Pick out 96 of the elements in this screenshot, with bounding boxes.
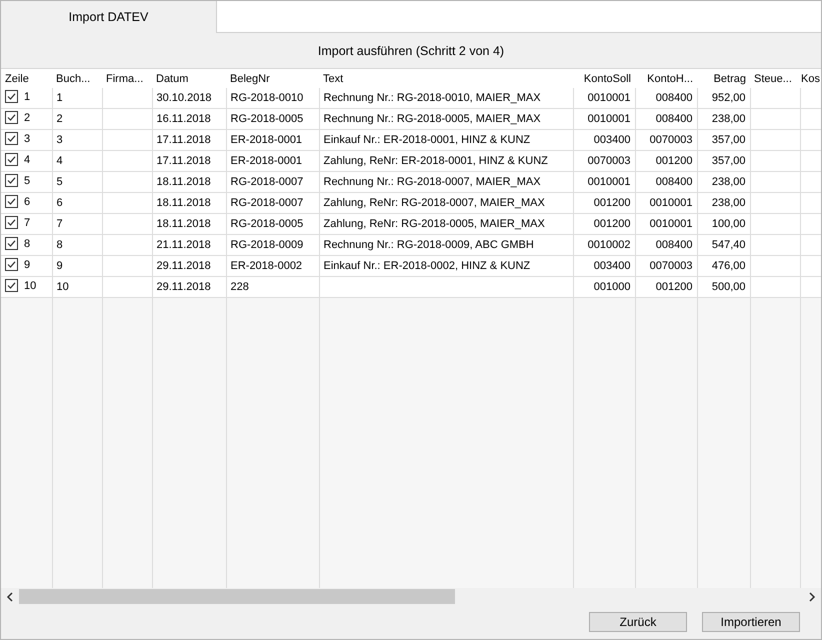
- table-cell: 238,00: [712, 197, 746, 209]
- table-cell: Einkauf Nr.: ER-2018-0001, HINZ & KUNZ: [324, 134, 530, 146]
- table-cell: 16.11.2018: [156, 113, 211, 125]
- table-cell: Rechnung Nr.: RG-2018-0009, ABC GMBH: [324, 239, 534, 251]
- table-cell: 001200: [656, 155, 692, 167]
- scroll-right-icon[interactable]: [808, 592, 816, 602]
- table-cell: 357,00: [712, 134, 746, 146]
- table-cell: 5: [56, 176, 63, 188]
- table-cell: 18.11.2018: [156, 197, 211, 209]
- back-button[interactable]: Zurück: [589, 612, 687, 632]
- table-cell: ER-2018-0001: [230, 155, 302, 167]
- table-cell: 7: [56, 218, 63, 230]
- checkbox[interactable]: [5, 174, 18, 187]
- table-cell: ER-2018-0001: [230, 134, 302, 146]
- table-cell: 003400: [594, 134, 630, 146]
- table-cell: Rechnung Nr.: RG-2018-0010, MAIER_MAX: [324, 92, 541, 104]
- table-cell: 3: [56, 134, 63, 146]
- table-cell: 952,00: [712, 92, 746, 104]
- table-cell: 9: [56, 260, 63, 272]
- table-cell: 001200: [656, 281, 692, 293]
- table-cell: 17.11.2018: [156, 134, 211, 146]
- table-cell: 10: [56, 281, 69, 293]
- column-header[interactable]: Text: [323, 72, 344, 84]
- table-cell: RG-2018-0005: [230, 113, 304, 125]
- table-cell: 0010001: [588, 113, 630, 125]
- table-cell: RG-2018-0005: [230, 218, 304, 230]
- table-cell: 21.11.2018: [156, 239, 211, 251]
- checkbox[interactable]: [5, 216, 18, 229]
- checkbox[interactable]: [5, 132, 18, 145]
- table-cell: 7: [24, 216, 30, 228]
- table-cell: 0010001: [650, 218, 692, 230]
- table-cell: RG-2018-0007: [230, 197, 304, 209]
- checkbox[interactable]: [5, 279, 18, 292]
- table-cell: 008400: [656, 239, 692, 251]
- table-cell: 2: [56, 113, 63, 125]
- table-cell: 001200: [594, 197, 630, 209]
- table-cell: 4: [56, 155, 63, 167]
- table-cell: 238,00: [712, 113, 746, 125]
- checkbox[interactable]: [5, 195, 18, 208]
- table-cell: 003400: [594, 260, 630, 272]
- table-cell: Zahlung, ReNr: RG-2018-0007, MAIER_MAX: [324, 197, 545, 209]
- table-cell: 3: [24, 132, 30, 144]
- table-cell: 17.11.2018: [156, 155, 211, 167]
- table-cell: 0070003: [650, 260, 692, 272]
- table-cell: 238,00: [712, 176, 746, 188]
- table-cell: 1: [24, 90, 30, 102]
- checkbox[interactable]: [5, 90, 18, 103]
- table-cell: 001000: [594, 281, 630, 293]
- table-cell: 008400: [656, 113, 692, 125]
- table-cell: Einkauf Nr.: ER-2018-0002, HINZ & KUNZ: [324, 260, 530, 272]
- table-cell: RG-2018-0010: [230, 92, 304, 104]
- checkbox[interactable]: [5, 153, 18, 166]
- table-cell: Zahlung, ReNr: RG-2018-0005, MAIER_MAX: [324, 218, 545, 230]
- table-cell: 1: [56, 92, 63, 104]
- table-cell: 0010002: [588, 239, 630, 251]
- table-cell: 228: [230, 281, 249, 293]
- table-cell: 0070003: [650, 134, 692, 146]
- table-cell: 2: [24, 112, 30, 124]
- table-cell: 10: [24, 280, 36, 292]
- scrollbar-thumb[interactable]: [19, 589, 455, 604]
- table-cell: Rechnung Nr.: RG-2018-0005, MAIER_MAX: [324, 113, 541, 125]
- table-cell: 8: [56, 239, 63, 251]
- table-cell: 18.11.2018: [156, 176, 211, 188]
- checkbox[interactable]: [5, 111, 18, 124]
- table-cell: 6: [56, 197, 63, 209]
- table-cell: 18.11.2018: [156, 218, 211, 230]
- table-cell: 0010001: [588, 92, 630, 104]
- checkbox[interactable]: [5, 237, 18, 250]
- table-cell: 4: [24, 154, 30, 166]
- checkbox[interactable]: [5, 258, 18, 271]
- table-cell: 008400: [656, 92, 692, 104]
- table-cell: RG-2018-0007: [230, 176, 304, 188]
- table-cell: 30.10.2018: [156, 92, 212, 104]
- table-cell: 357,00: [712, 155, 746, 167]
- table-cell: 8: [24, 238, 30, 250]
- table-cell: 008400: [656, 176, 692, 188]
- table-cell: 0070003: [588, 155, 630, 167]
- table-cell: 9: [24, 258, 30, 270]
- table-cell: 547,40: [712, 239, 746, 251]
- import-button[interactable]: Importieren: [702, 612, 800, 632]
- table-cell: 6: [24, 196, 30, 208]
- table-cell: 29.11.2018: [156, 281, 211, 293]
- table-cell: 5: [24, 174, 30, 186]
- table-cell: Rechnung Nr.: RG-2018-0007, MAIER_MAX: [324, 176, 541, 188]
- table-cell: Zahlung, ReNr: ER-2018-0001, HINZ & KUNZ: [324, 155, 548, 167]
- step-title: Import ausführen (Schritt 2 von 4): [318, 44, 504, 58]
- table-cell: 476,00: [712, 260, 746, 272]
- table-cell: RG-2018-0009: [230, 239, 304, 251]
- table-cell: 29.11.2018: [156, 260, 211, 272]
- table-cell: ER-2018-0002: [230, 260, 302, 272]
- table-cell: 0010001: [650, 197, 692, 209]
- scroll-left-icon[interactable]: [6, 592, 14, 602]
- table-cell: 001200: [594, 218, 630, 230]
- table-cell: 500,00: [712, 281, 746, 293]
- table-cell: 100,00: [712, 218, 746, 230]
- table-cell: 0010001: [588, 176, 630, 188]
